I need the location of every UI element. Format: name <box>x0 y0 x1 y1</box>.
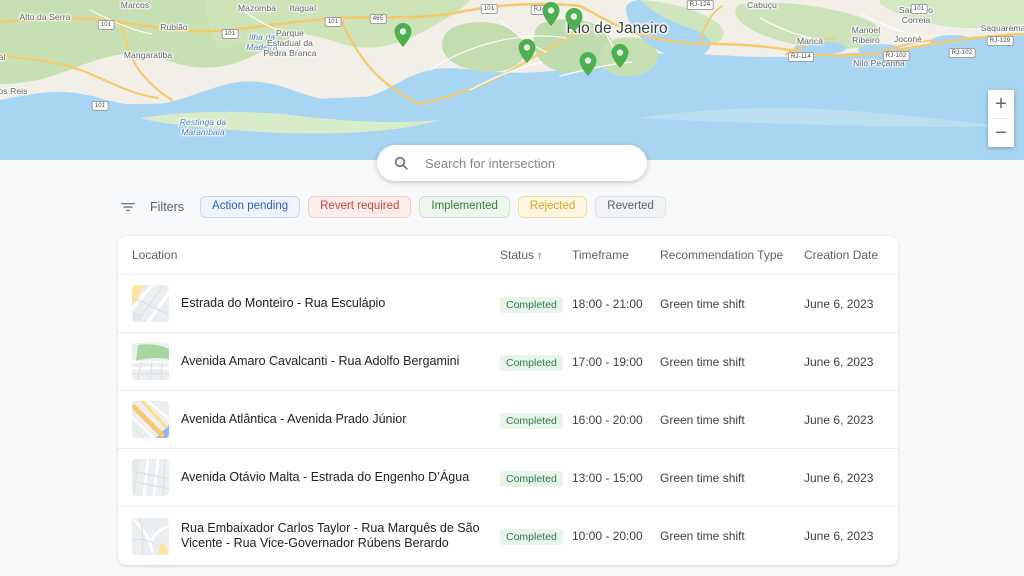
column-header-recommendation-type[interactable]: Recommendation Type <box>660 248 804 262</box>
location-name: Avenida Amaro Cavalcanti - Rua Adolfo Be… <box>181 354 460 368</box>
zoom-in-button[interactable]: + <box>988 90 1014 118</box>
search-icon <box>393 155 409 171</box>
map-tiles <box>0 0 1024 160</box>
table-header-row: Location Status ↑ Timeframe Recommendatio… <box>118 236 898 275</box>
column-header-creation-date[interactable]: Creation Date <box>804 248 898 262</box>
location-name: Avenida Atlântica - Avenida Prado Júnior <box>181 412 407 426</box>
recommendation-type-value: Green time shift <box>660 470 745 485</box>
status-badge: Completed <box>500 412 563 429</box>
location-name: Estrada do Monteiro - Rua Esculápio <box>181 296 386 310</box>
recommendation-type-value: Green time shift <box>660 412 745 427</box>
map-marker[interactable] <box>518 39 536 63</box>
filter-chip-rejected[interactable]: Rejected <box>517 196 588 218</box>
filter-chip-implemented[interactable]: Implemented <box>419 196 510 218</box>
map-canvas[interactable]: Alto da Serra Marcos Rubião Mazomba Itag… <box>0 0 1024 160</box>
location-name: Avenida Otávio Malta - Estrada do Engenh… <box>181 470 470 484</box>
status-badge: Completed <box>500 529 563 545</box>
zoom-out-button[interactable]: − <box>988 119 1014 147</box>
creation-date-value: June 6, 2023 <box>804 296 874 311</box>
location-thumbnail <box>132 343 169 380</box>
timeframe-value: 13:00 - 15:00 <box>572 470 643 485</box>
column-header-status-label: Status <box>500 248 535 262</box>
location-thumbnail <box>132 285 169 322</box>
location-thumbnail <box>132 517 169 555</box>
map-marker[interactable] <box>542 2 560 26</box>
recommendation-type-value: Green time shift <box>660 296 745 311</box>
column-header-status[interactable]: Status ↑ <box>500 248 572 262</box>
location-thumbnail <box>132 459 169 496</box>
table-row[interactable]: Estrada do Monteiro - Rua Esculápio Compl… <box>118 275 898 333</box>
creation-date-value: June 6, 2023 <box>804 529 874 543</box>
map-zoom-controls[interactable]: + − <box>988 90 1014 147</box>
filter-chip-reverted[interactable]: Reverted <box>595 196 666 218</box>
filter-bar: Filters Action pending Revert required I… <box>0 193 1024 221</box>
filters-label: Filters <box>150 200 185 214</box>
timeframe-value: 18:00 - 21:00 <box>572 296 643 311</box>
search-input[interactable] <box>423 154 631 172</box>
map-marker[interactable] <box>611 44 629 68</box>
search-bar[interactable] <box>377 145 647 181</box>
creation-date-value: June 6, 2023 <box>804 412 874 427</box>
filter-chip-revert-required[interactable]: Revert required <box>308 196 412 218</box>
location-name: Rua Embaixador Carlos Taylor - Rua Marqu… <box>181 521 480 550</box>
timeframe-value: 10:00 - 20:00 <box>572 529 643 543</box>
status-badge: Completed <box>500 470 563 487</box>
table-row[interactable]: Rua Embaixador Carlos Taylor - Rua Marqu… <box>118 507 898 565</box>
location-thumbnail <box>132 401 169 438</box>
table-row[interactable]: Avenida Amaro Cavalcanti - Rua Adolfo Be… <box>118 333 898 391</box>
filter-icon[interactable] <box>120 199 136 215</box>
recommendation-type-value: Green time shift <box>660 354 745 369</box>
creation-date-value: June 6, 2023 <box>804 354 874 369</box>
sort-ascending-icon: ↑ <box>537 250 543 262</box>
app-root: Alto da Serra Marcos Rubião Mazomba Itag… <box>0 0 1024 576</box>
column-header-timeframe[interactable]: Timeframe <box>572 248 660 262</box>
creation-date-value: June 6, 2023 <box>804 470 874 485</box>
table-row[interactable]: Avenida Atlântica - Avenida Prado Júnior… <box>118 391 898 449</box>
table-row[interactable]: Avenida Otávio Malta - Estrada do Engenh… <box>118 449 898 507</box>
status-badge: Completed <box>500 354 563 371</box>
map-marker[interactable] <box>394 23 412 47</box>
filter-chip-action-pending[interactable]: Action pending <box>200 196 301 218</box>
timeframe-value: 16:00 - 20:00 <box>572 412 643 427</box>
column-header-location[interactable]: Location <box>132 248 500 262</box>
timeframe-value: 17:00 - 19:00 <box>572 354 643 369</box>
map-marker[interactable] <box>579 52 597 76</box>
recommendations-table: Location Status ↑ Timeframe Recommendatio… <box>118 236 898 565</box>
status-badge: Completed <box>500 296 563 313</box>
map-marker[interactable] <box>565 8 583 32</box>
recommendation-type-value: Green time shift <box>660 529 745 543</box>
